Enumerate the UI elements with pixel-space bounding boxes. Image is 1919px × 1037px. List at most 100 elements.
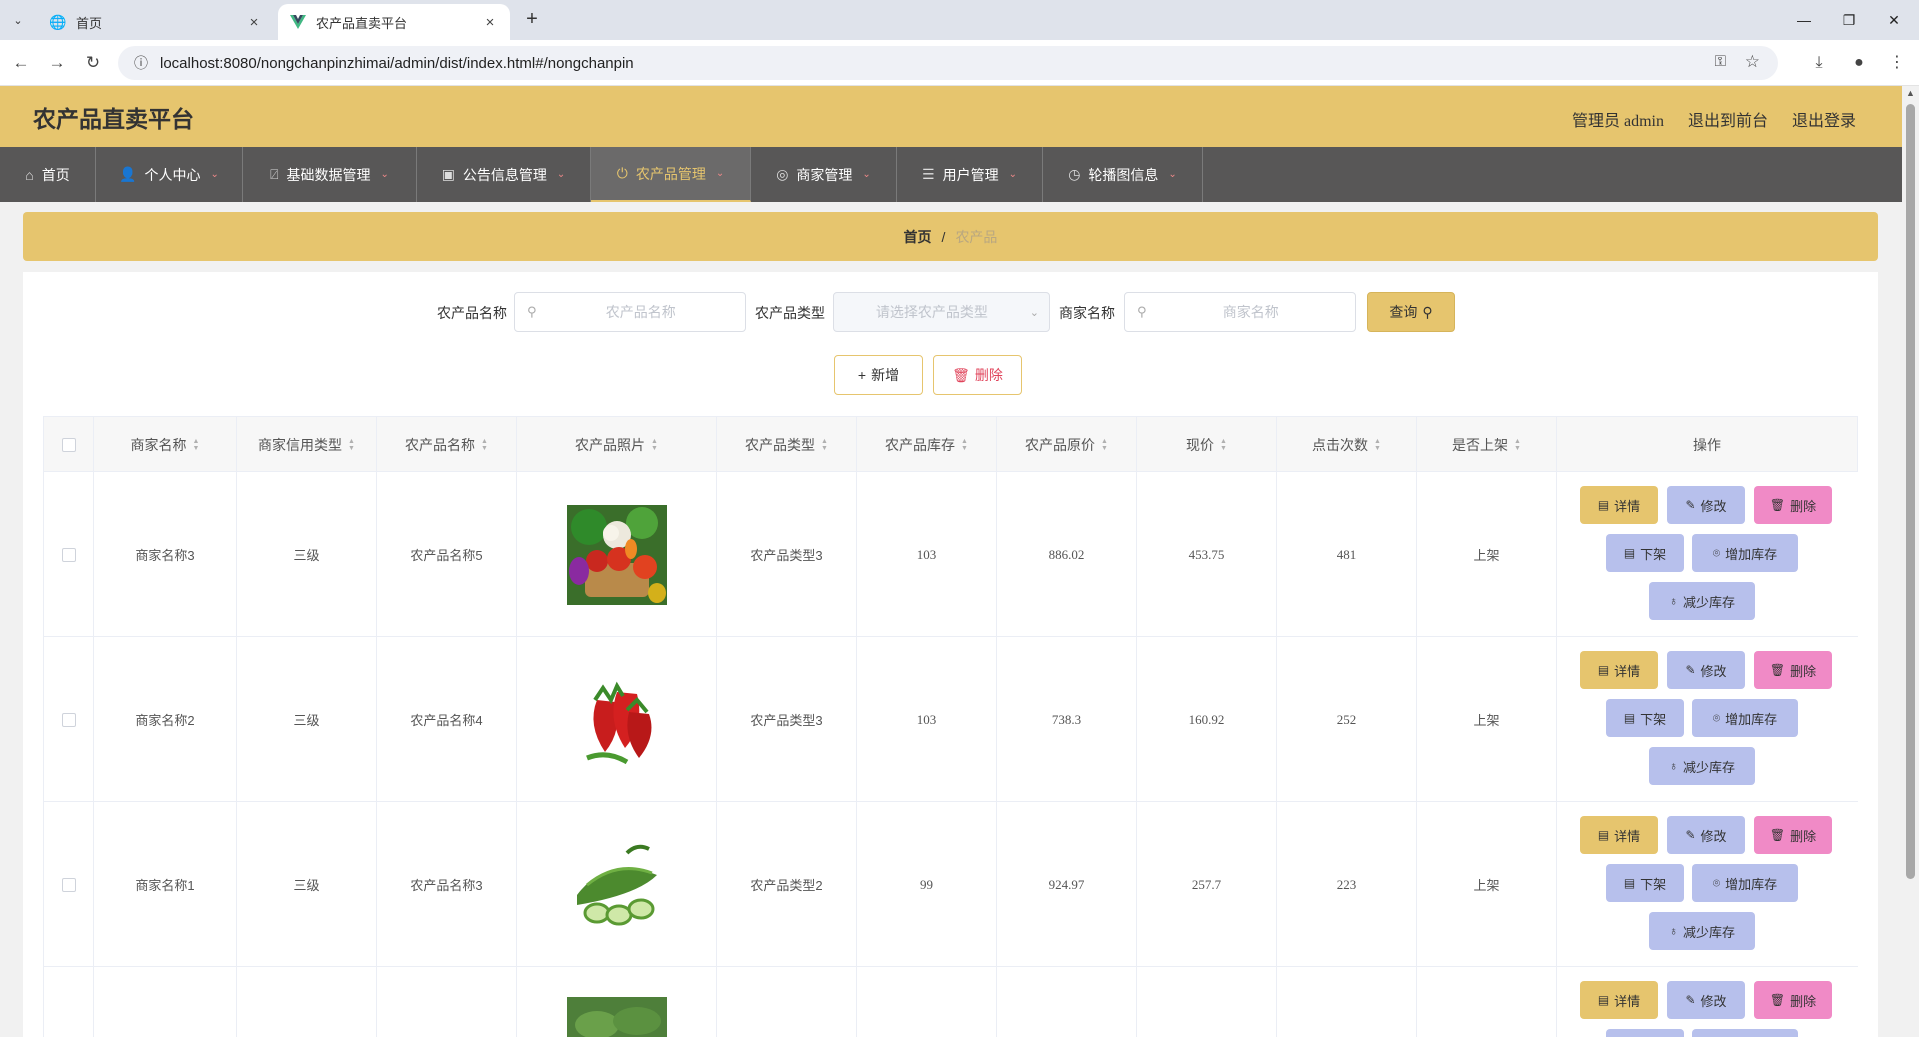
decrease-stock-button[interactable]: ♁ 减少库存: [1649, 912, 1755, 950]
url-text: localhost:8080/nongchanpinzhimai/admin/d…: [160, 54, 634, 72]
increase-stock-button[interactable]: ⌾ 增加库存: [1692, 534, 1798, 572]
product-type-select[interactable]: 请选择农产品类型 ⌄: [833, 292, 1050, 332]
op-label: 修改: [1700, 828, 1727, 844]
delete-button[interactable]: 🗑 删除: [1754, 651, 1832, 689]
exit-to-front-link[interactable]: 退出到前台: [1688, 107, 1768, 131]
nav-item-profile[interactable]: 👤 个人中心 ⌄: [96, 147, 243, 202]
site-info-icon[interactable]: ⓘ: [134, 53, 148, 73]
product-name-input[interactable]: ⚲ 农产品名称: [514, 292, 746, 332]
edit-button[interactable]: ✎ 修改: [1667, 816, 1745, 854]
nav-item-basic-data[interactable]: ⍁ 基础数据管理 ⌄: [243, 147, 417, 202]
address-bar[interactable]: ⓘ localhost:8080/nongchanpinzhimai/admin…: [118, 46, 1778, 80]
nav-item-home[interactable]: ⌂ 首页: [0, 147, 96, 202]
nav-item-merchants[interactable]: ◎ 商家管理 ⌄: [751, 147, 897, 202]
col-price[interactable]: 现价 ▲ ▼: [1137, 417, 1277, 472]
nav-item-users[interactable]: ☰ 用户管理 ⌄: [897, 147, 1043, 202]
detail-button[interactable]: ▤ 详情: [1580, 486, 1658, 524]
take-down-button[interactable]: ▤ 下架: [1606, 864, 1684, 902]
tab-search-button[interactable]: ⌄: [6, 8, 30, 32]
browser-tab-home[interactable]: 🌐 首页 ×: [38, 4, 274, 40]
cell-merchant: 商家名称3: [94, 472, 237, 637]
row-checkbox[interactable]: [61, 712, 76, 727]
select-all-checkbox[interactable]: [61, 437, 76, 452]
sort-icon[interactable]: ▲ ▼: [821, 438, 828, 452]
col-product-name[interactable]: 农产品名称 ▲ ▼: [377, 417, 517, 472]
col-on-shelf[interactable]: 是否上架 ▲ ▼: [1417, 417, 1557, 472]
sort-icon[interactable]: ▲ ▼: [651, 438, 658, 452]
col-clicks[interactable]: 点击次数 ▲ ▼: [1277, 417, 1417, 472]
nav-item-products[interactable]: ⏻ 农产品管理 ⌄: [591, 147, 751, 202]
merchant-name-input[interactable]: ⚲ 商家名称: [1124, 292, 1356, 332]
scroll-up-icon[interactable]: ▲: [1906, 88, 1915, 98]
new-tab-button[interactable]: +: [520, 8, 544, 31]
scrollbar-thumb[interactable]: [1906, 104, 1915, 879]
logout-link[interactable]: 退出登录: [1792, 107, 1856, 131]
col-merchant[interactable]: 商家名称 ▲ ▼: [94, 417, 237, 472]
add-button[interactable]: + 新增: [834, 355, 923, 395]
cell-product-name: [377, 967, 517, 1037]
cell-orig-price: 738.3: [997, 637, 1137, 802]
close-window-icon[interactable]: ✕: [1874, 6, 1914, 34]
edit-button[interactable]: ✎ 修改: [1667, 651, 1745, 689]
download-icon[interactable]: ⤓: [1806, 50, 1832, 76]
minimize-icon[interactable]: —: [1784, 6, 1824, 34]
detail-button[interactable]: ▤ 详情: [1580, 816, 1658, 854]
back-icon[interactable]: ←: [8, 50, 34, 76]
increase-stock-button[interactable]: ⌾ 增加库存: [1692, 699, 1798, 737]
cell-on-shelf: 上架: [1417, 802, 1557, 967]
take-down-button[interactable]: ▤ 下架: [1606, 699, 1684, 737]
batch-delete-button[interactable]: 🗑 删除: [933, 355, 1022, 395]
sort-icon[interactable]: ▲ ▼: [348, 438, 355, 452]
delete-button[interactable]: 🗑 删除: [1754, 816, 1832, 854]
row-checkbox[interactable]: [61, 877, 76, 892]
cell-merchant: 商家名称2: [94, 637, 237, 802]
cucumber-image[interactable]: [566, 834, 667, 935]
delete-button[interactable]: 🗑 删除: [1754, 486, 1832, 524]
cell-product-name: 农产品名称5: [377, 472, 517, 637]
col-type[interactable]: 农产品类型 ▲ ▼: [717, 417, 857, 472]
password-key-icon[interactable]: ⚿: [1715, 53, 1726, 70]
forward-icon[interactable]: →: [44, 50, 70, 76]
take-down-button[interactable]: ▤ 下架: [1606, 534, 1684, 572]
increase-stock-button[interactable]: ⌾ 增加库存: [1692, 864, 1798, 902]
increase-stock-button[interactable]: [1692, 1029, 1798, 1037]
menu-dots-icon[interactable]: ⋮: [1884, 50, 1910, 76]
browser-tab-active[interactable]: 农产品直卖平台 ×: [278, 4, 510, 40]
browser-toolbar: ← → ↻ ⓘ localhost:8080/nongchanpinzhimai…: [0, 40, 1919, 86]
sort-icon[interactable]: ▲ ▼: [193, 438, 200, 452]
decrease-stock-button[interactable]: ♁ 减少库存: [1649, 747, 1755, 785]
strawberries-image[interactable]: [566, 669, 667, 770]
col-orig-price[interactable]: 农产品原价 ▲ ▼: [997, 417, 1137, 472]
reload-icon[interactable]: ↻: [80, 50, 106, 76]
breadcrumb-home[interactable]: 首页: [904, 227, 932, 247]
close-tab-icon[interactable]: ×: [482, 14, 498, 31]
sort-icon[interactable]: ▲ ▼: [1101, 438, 1108, 452]
query-button[interactable]: 查询 ⚲: [1367, 292, 1455, 332]
row-checkbox[interactable]: [61, 547, 76, 562]
edit-button[interactable]: ✎ 修改: [1667, 486, 1745, 524]
sort-icon[interactable]: ▲ ▼: [1514, 438, 1521, 452]
greens-image[interactable]: [566, 997, 667, 1037]
col-stock[interactable]: 农产品库存 ▲ ▼: [857, 417, 997, 472]
detail-button[interactable]: ▤ 详情: [1580, 981, 1658, 1019]
nav-item-announcements[interactable]: ▣ 公告信息管理 ⌄: [417, 147, 591, 202]
detail-button[interactable]: ▤ 详情: [1580, 651, 1658, 689]
edit-button[interactable]: ✎ 修改: [1667, 981, 1745, 1019]
profile-icon[interactable]: ●: [1846, 50, 1872, 76]
sort-icon[interactable]: ▲ ▼: [1220, 438, 1227, 452]
page-scrollbar[interactable]: ▲: [1902, 86, 1919, 1037]
decrease-stock-button[interactable]: ♁ 减少库存: [1649, 582, 1755, 620]
delete-button[interactable]: 🗑 删除: [1754, 981, 1832, 1019]
restore-icon[interactable]: ❐: [1829, 6, 1869, 34]
take-down-button[interactable]: [1606, 1029, 1684, 1037]
vegetables-image[interactable]: [566, 504, 667, 605]
nav-item-carousel[interactable]: ◷ 轮播图信息 ⌄: [1043, 147, 1203, 202]
close-tab-icon[interactable]: ×: [246, 14, 262, 31]
sort-icon[interactable]: ▲ ▼: [1374, 438, 1381, 452]
bookmark-star-icon[interactable]: ☆: [1745, 52, 1760, 72]
op-label: 修改: [1700, 663, 1727, 679]
sort-icon[interactable]: ▲ ▼: [961, 438, 968, 452]
sort-icon[interactable]: ▲ ▼: [481, 438, 488, 452]
col-photo[interactable]: 农产品照片 ▲ ▼: [517, 417, 717, 472]
col-credit[interactable]: 商家信用类型 ▲ ▼: [237, 417, 377, 472]
